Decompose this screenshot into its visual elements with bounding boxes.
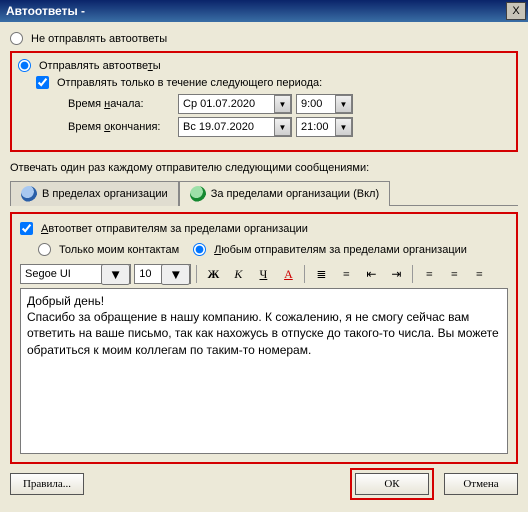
radio-dont-send-label: Не отправлять автоответы [31,33,167,45]
start-date-value: Ср 01.07.2020 [179,98,274,110]
bold-button[interactable]: Ж [202,264,224,284]
window-title: Автоответы - [6,4,506,18]
end-date-value: Вс 19.07.2020 [179,121,274,133]
tab-outside-org[interactable]: За пределами организации (Вкл) [179,181,390,206]
editor-line1: Добрый день! [27,293,501,309]
tab-inside-label: В пределах организации [42,188,168,200]
separator [196,265,197,283]
chevron-down-icon[interactable]: ▼ [274,95,291,113]
tab-outside-label: За пределами организации (Вкл) [211,188,379,200]
end-date-combo[interactable]: Вс 19.07.2020 ▼ [178,117,292,137]
start-time-combo[interactable]: 9:00 ▼ [296,94,353,114]
check-period-label: Отправлять только в течение следующего п… [57,77,322,89]
outdent-button[interactable]: ⇤ [360,264,382,284]
chevron-down-icon[interactable]: ▼ [101,264,130,285]
format-toolbar: Segoe UI ▼ 10 ▼ Ж К Ч A ≣ ≡ ⇤ ⇥ ≡ ≡ ≡ [20,264,508,284]
globe-icon [190,186,206,202]
size-combo[interactable]: 10 ▼ [134,264,191,284]
highlight-ok: ОК [350,468,434,500]
radio-anyone[interactable]: Любым отправителям за пределами организа… [193,241,467,258]
end-time-value: 21:00 [297,121,335,133]
chevron-down-icon[interactable]: ▼ [335,95,352,113]
chevron-down-icon[interactable]: ▼ [274,118,291,136]
chevron-down-icon[interactable]: ▼ [335,118,352,136]
tab-inside-org[interactable]: В пределах организации [10,181,179,206]
editor-line2: Спасибо за обращение в нашу компанию. К … [27,309,501,358]
start-time-value: 9:00 [297,98,335,110]
radio-only-contacts[interactable]: Только моим контактам [38,241,179,258]
font-combo[interactable]: Segoe UI ▼ [20,264,131,284]
radio-send[interactable]: Отправлять автоответы [18,57,510,74]
cancel-button[interactable]: Отмена [444,473,518,495]
radio-anyone-label: Любым отправителям за пределами организа… [214,244,467,256]
end-time-combo[interactable]: 21:00 ▼ [296,117,353,137]
bullets-button[interactable]: ≣ [310,264,332,284]
font-color-button[interactable]: A [277,264,299,284]
end-label: Время окончания: [68,121,178,133]
highlight-outside-settings: Автоответ отправителям за пределами орга… [10,212,518,464]
align-center-button[interactable]: ≡ [443,264,465,284]
separator [304,265,305,283]
highlight-send-settings: Отправлять автоответы Отправлять только … [10,51,518,152]
indent-button[interactable]: ⇥ [385,264,407,284]
start-date-combo[interactable]: Ср 01.07.2020 ▼ [178,94,292,114]
reply-hint: Отвечать один раз каждому отправителю сл… [10,162,518,174]
font-value: Segoe UI [21,268,101,280]
ok-button[interactable]: ОК [355,473,429,495]
separator [412,265,413,283]
numbering-button[interactable]: ≡ [335,264,357,284]
align-left-button[interactable]: ≡ [418,264,440,284]
start-label: Время начала: [68,98,178,110]
tabs: В пределах организации За пределами орга… [10,180,518,206]
close-button[interactable]: X [506,2,526,20]
check-autoreply-outside[interactable]: Автоответ отправителям за пределами орга… [20,220,508,237]
underline-button[interactable]: Ч [252,264,274,284]
italic-button[interactable]: К [227,264,249,284]
radio-dont-send[interactable]: Не отправлять автоответы [10,30,518,47]
rules-button[interactable]: Правила... [10,473,84,495]
chevron-down-icon[interactable]: ▼ [161,264,190,285]
radio-only-contacts-label: Только моим контактам [59,244,179,256]
radio-send-label: Отправлять автоответы [39,60,161,72]
check-autoreply-outside-label: Автоответ отправителям за пределами орга… [41,223,308,235]
message-editor[interactable]: Добрый день! Спасибо за обращение в нашу… [20,288,508,454]
align-right-button[interactable]: ≡ [468,264,490,284]
check-period[interactable]: Отправлять только в течение следующего п… [36,74,510,91]
size-value: 10 [135,268,161,280]
org-icon [21,186,37,202]
